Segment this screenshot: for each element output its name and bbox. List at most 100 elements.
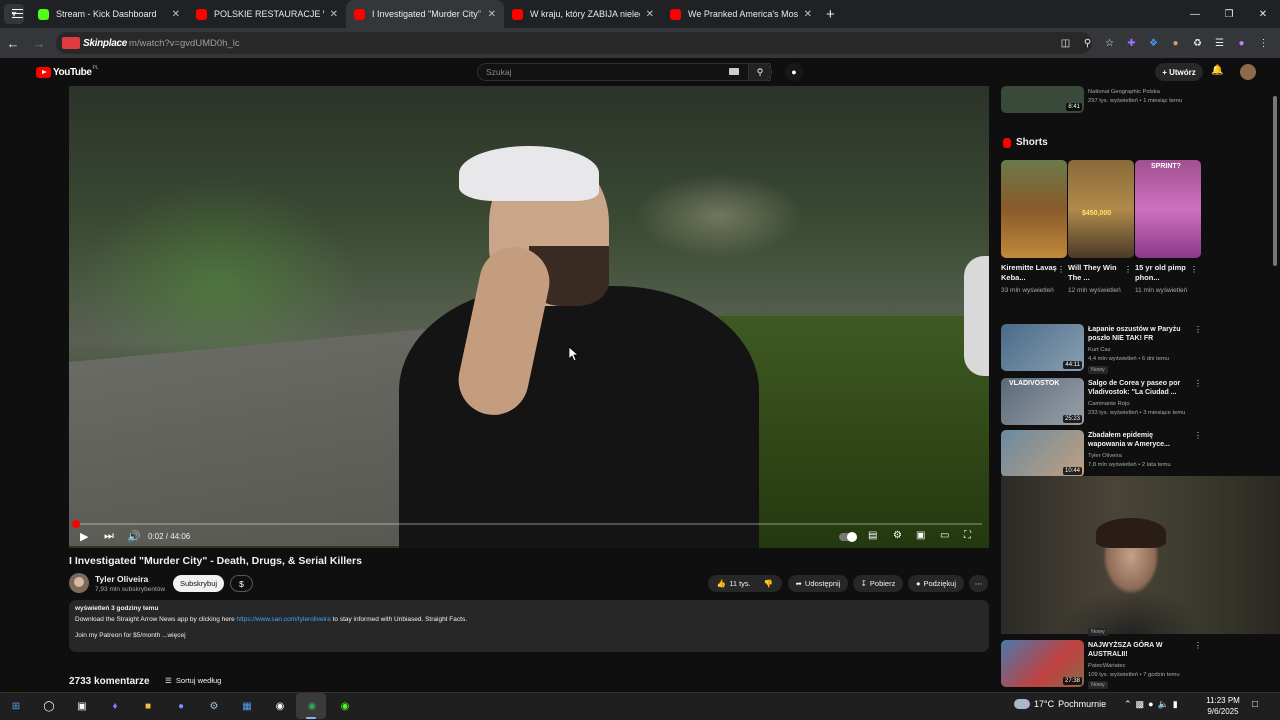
back-icon[interactable]: ←	[0, 36, 26, 51]
short-thumbnail[interactable]	[1001, 160, 1067, 258]
zoom-icon[interactable]: ⚲	[1079, 35, 1096, 52]
video-progress-bar[interactable]	[72, 520, 982, 528]
extension-icon[interactable]: ✚	[1123, 35, 1140, 52]
short-title[interactable]: 15 yr old pimp phon...	[1135, 263, 1193, 283]
notifications-bell-icon[interactable]: 🔔	[1211, 65, 1223, 76]
extension-icon[interactable]: ●	[1167, 35, 1184, 52]
discord-icon[interactable]: ●	[173, 698, 189, 714]
close-tab-icon[interactable]: ✕	[646, 9, 654, 20]
browser-tab-2-active[interactable]: I Investigated "Murder City" - D ✕	[346, 0, 504, 28]
next-icon[interactable]: ⏭	[104, 530, 114, 543]
recommended-thumbnail[interactable]: 8:41	[1001, 86, 1084, 113]
browser-menu-icon[interactable]: ⋮	[1255, 35, 1272, 52]
profile-avatar-icon[interactable]: ●	[1233, 35, 1250, 52]
volume-icon[interactable]: 🔊	[127, 530, 141, 543]
recommended-channel[interactable]: Caminante Rojo	[1088, 400, 1203, 408]
close-window-icon[interactable]: ✕	[1246, 9, 1280, 20]
app-icon[interactable]: ♦	[107, 698, 123, 714]
more-actions-button[interactable]: ⋯	[969, 575, 988, 592]
recommended-channel[interactable]: Tyler Oliveira	[1088, 452, 1203, 460]
short-title[interactable]: Will They Win The ...	[1068, 263, 1126, 283]
miniplayer-icon[interactable]: ▣	[916, 530, 925, 541]
page-scrollbar[interactable]	[1272, 86, 1278, 690]
new-tab-icon[interactable]: +	[826, 6, 835, 23]
like-icon[interactable]: 👍	[717, 579, 726, 588]
bookmark-star-icon[interactable]: ☆	[1101, 35, 1118, 52]
weather-widget[interactable]: 17°C Pochmurnie	[1014, 699, 1106, 709]
more-vertical-icon[interactable]: ⋮	[1057, 265, 1065, 274]
chrome-icon[interactable]: ◉	[304, 698, 320, 714]
autoplay-toggle[interactable]	[839, 532, 857, 542]
guide-menu-icon[interactable]	[12, 9, 23, 18]
recommended-thumbnail[interactable]: 10:44	[1001, 430, 1084, 477]
short-thumbnail[interactable]: $450,000	[1068, 160, 1134, 258]
share-button[interactable]: ➦ Udostępnij	[788, 575, 848, 592]
settings-gear-icon[interactable]: ⚙	[893, 530, 902, 541]
close-tab-icon[interactable]: ✕	[172, 9, 180, 20]
more-vertical-icon[interactable]: ⋮	[1194, 379, 1202, 388]
more-vertical-icon[interactable]: ⋮	[1194, 641, 1202, 650]
speaker-icon[interactable]: 🔈	[1158, 699, 1169, 710]
recommended-thumbnail[interactable]: 44:11	[1001, 324, 1084, 371]
voice-search-button[interactable]: ●	[785, 63, 803, 81]
description-box[interactable]: wyświetleń 3 godziny temu Download the S…	[69, 600, 989, 652]
recommended-channel[interactable]: National Geographic Polska	[1088, 88, 1203, 96]
short-thumbnail[interactable]: SPRINT?	[1135, 160, 1201, 258]
theater-mode-icon[interactable]: ▭	[940, 530, 949, 541]
maximize-icon[interactable]: ❐	[1212, 9, 1246, 20]
recommended-title[interactable]: Łapanie oszustów w Paryżu poszło NIE TAK…	[1088, 325, 1188, 343]
minimize-icon[interactable]: —	[1178, 9, 1212, 20]
video-player[interactable]	[69, 86, 989, 548]
file-explorer-icon[interactable]: ■	[140, 698, 156, 714]
extensions-puzzle-icon[interactable]: ♻	[1189, 35, 1206, 52]
search-icon[interactable]: ◯	[41, 698, 57, 714]
task-view-icon[interactable]: ▣	[74, 698, 90, 714]
notification-icon[interactable]: □	[1252, 699, 1258, 710]
more-vertical-icon[interactable]: ⋮	[1190, 265, 1198, 274]
search-button[interactable]: ⚲	[748, 63, 772, 81]
more-vertical-icon[interactable]: ⋮	[1124, 265, 1132, 274]
subtitles-icon[interactable]: ▤	[868, 530, 877, 541]
browser-tab-4[interactable]: We Pranked America's Most Ra ✕	[662, 0, 820, 28]
media-control-icon[interactable]: ☰	[1211, 35, 1228, 52]
forward-icon[interactable]: →	[26, 36, 52, 51]
donate-button[interactable]: $	[230, 575, 253, 592]
install-app-icon[interactable]: ◫	[1057, 35, 1074, 52]
account-avatar[interactable]	[1240, 64, 1256, 80]
more-vertical-icon[interactable]: ⋮	[1194, 325, 1202, 334]
battery-icon[interactable]: ▮	[1173, 699, 1178, 710]
recommended-channel[interactable]: PatecWariatec	[1088, 662, 1203, 670]
subscribe-button[interactable]: Subskrybuj	[173, 575, 224, 592]
youtube-logo[interactable]: YouTube PL	[36, 65, 99, 78]
steam-icon[interactable]: ⚙	[206, 698, 222, 714]
obs-icon[interactable]: ◉	[272, 698, 288, 714]
recommended-channel[interactable]: Kurt Caz	[1088, 346, 1203, 354]
browser-tab-3[interactable]: W kraju, który ZABIJA nielegalny ✕	[504, 0, 662, 28]
microphone-icon[interactable]: ●	[1148, 699, 1153, 710]
fullscreen-icon[interactable]: ⛶	[964, 530, 971, 541]
scrubber-handle[interactable]	[72, 520, 80, 528]
kick-app-icon[interactable]: ◉	[337, 698, 353, 714]
recommended-title[interactable]: NAJWYŻSZA GÓRA W AUSTRALII!	[1088, 641, 1188, 659]
recommended-thumbnail[interactable]: 27:38	[1001, 640, 1084, 687]
short-title[interactable]: Kiremitte Lavaş Keba...	[1001, 263, 1059, 283]
sort-comments-button[interactable]: ☰ Sortuj według	[165, 676, 221, 685]
play-icon[interactable]: ▶	[80, 530, 88, 543]
channel-avatar[interactable]	[69, 573, 89, 593]
chevron-up-icon[interactable]: ⌃	[1124, 699, 1132, 710]
network-icon[interactable]: ▩	[1136, 699, 1145, 710]
download-button[interactable]: ↧ Pobierz	[853, 575, 903, 592]
like-count[interactable]: 11 tys.	[729, 579, 751, 588]
close-tab-icon[interactable]: ✕	[488, 9, 496, 20]
taskbar-clock[interactable]: 11:23 PM 9/6/2025	[1205, 695, 1241, 717]
browser-tab-1[interactable]: POLSKIE RESTAURACJE W USA ✕	[188, 0, 346, 28]
close-tab-icon[interactable]: ✕	[804, 9, 812, 20]
create-button[interactable]: + Utwórz	[1155, 63, 1203, 81]
keyboard-icon[interactable]	[729, 68, 739, 75]
windows-start-icon[interactable]: ⊞	[8, 698, 24, 714]
description-line-more[interactable]: Join my Patreon for $5/month ...więcej	[75, 632, 983, 639]
channel-name[interactable]: Tyler Oliveira	[95, 574, 148, 584]
address-bar[interactable]: Skinplace m/watch?v=gvdUMD0h_lc	[56, 32, 1092, 54]
recommended-title[interactable]: Salgo de Corea y paseo por Vladivostok: …	[1088, 379, 1188, 397]
recommended-thumbnail[interactable]: VLADIVOSTOK 25:23	[1001, 378, 1084, 425]
